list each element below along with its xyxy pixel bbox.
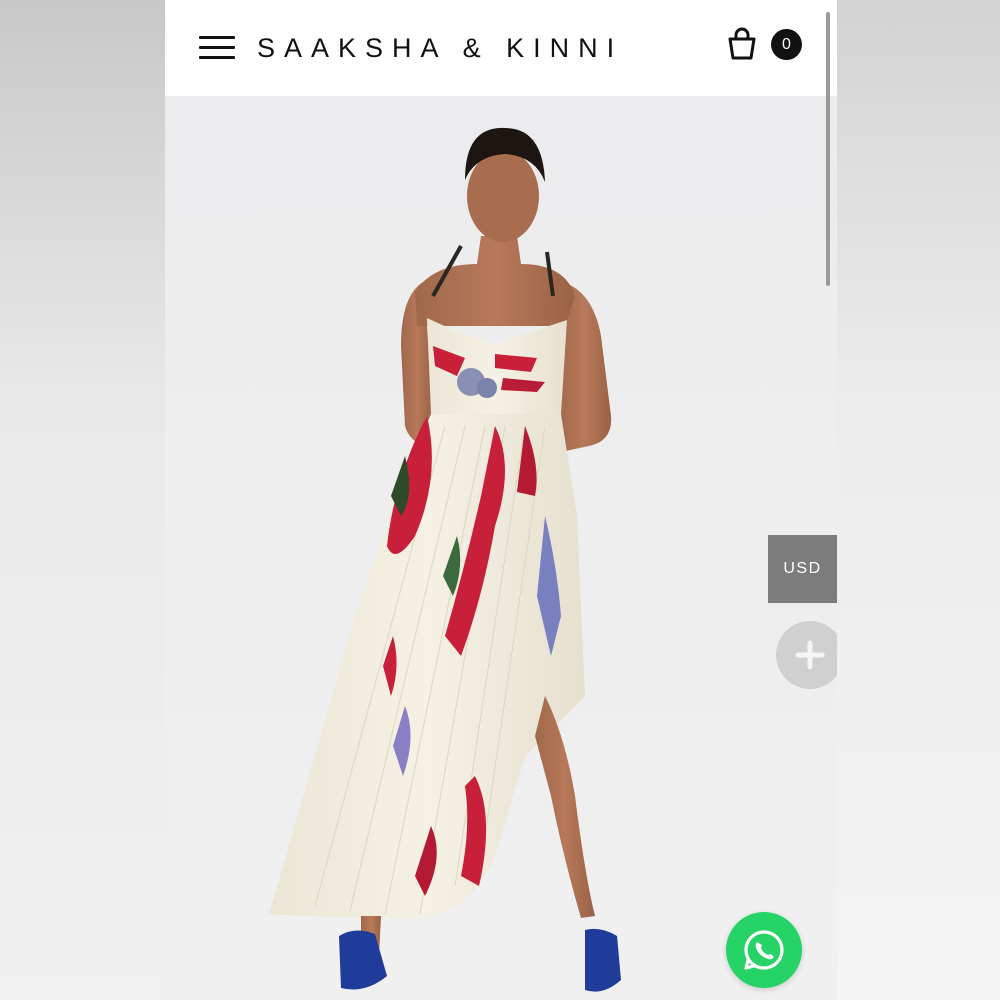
brand-logo[interactable]: SAAKSHA & KINNI <box>257 30 677 66</box>
whatsapp-chat-button[interactable] <box>726 912 802 988</box>
product-image <box>165 96 837 1000</box>
mobile-viewport: SAAKSHA & KINNI 0 USD <box>165 0 837 1000</box>
hamburger-menu-icon[interactable] <box>199 36 235 60</box>
plus-icon[interactable] <box>776 621 837 689</box>
shopping-bag-icon[interactable] <box>727 27 757 61</box>
currency-switcher-button[interactable]: USD <box>768 535 837 603</box>
cart-count-badge[interactable]: 0 <box>771 29 802 60</box>
right-backdrop <box>837 0 1000 1000</box>
left-backdrop <box>0 0 165 1000</box>
whatsapp-icon <box>744 930 784 970</box>
scrollbar[interactable] <box>826 12 830 286</box>
site-header: SAAKSHA & KINNI 0 <box>165 0 837 96</box>
